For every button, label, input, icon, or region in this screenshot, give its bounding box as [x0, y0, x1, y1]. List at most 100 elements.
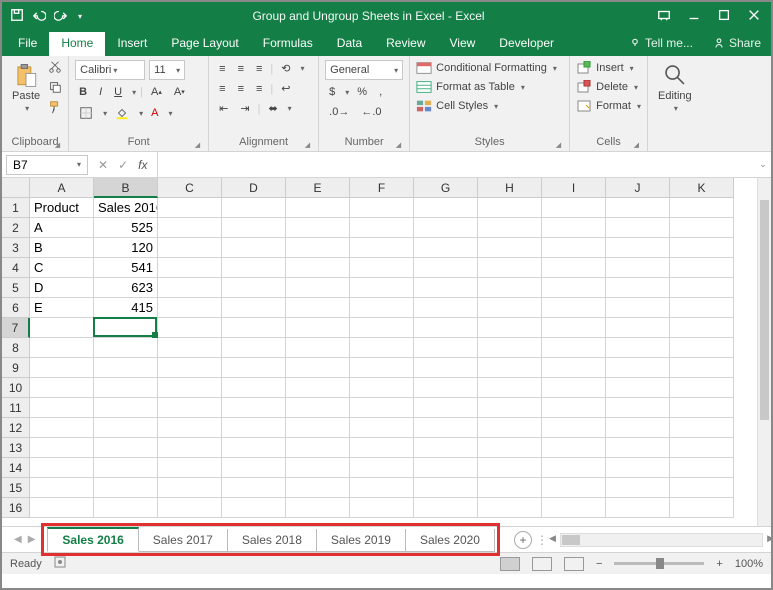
sheet-tab[interactable]: Sales 2020 [405, 529, 495, 552]
row-header[interactable]: 3 [2, 238, 30, 258]
number-format[interactable]: General▾ [325, 60, 403, 80]
cell[interactable] [286, 498, 350, 518]
formula-bar[interactable] [157, 152, 755, 177]
cell[interactable] [94, 478, 158, 498]
normal-view-icon[interactable] [500, 557, 520, 571]
cell[interactable] [350, 398, 414, 418]
cell[interactable] [478, 438, 542, 458]
cell[interactable] [350, 498, 414, 518]
comma-icon[interactable]: , [375, 84, 386, 100]
cell[interactable] [478, 298, 542, 318]
cell[interactable] [286, 418, 350, 438]
cell[interactable] [670, 398, 734, 418]
cell[interactable] [286, 318, 350, 338]
sheet-nav-next-icon[interactable]: ▶ [28, 534, 36, 545]
cell[interactable]: 415 [94, 298, 158, 318]
cell[interactable] [30, 478, 94, 498]
cell[interactable] [94, 418, 158, 438]
cell[interactable] [286, 358, 350, 378]
column-header[interactable]: E [286, 178, 350, 198]
cell[interactable] [158, 398, 222, 418]
cell[interactable] [414, 218, 478, 238]
cell[interactable] [414, 198, 478, 218]
cell[interactable] [94, 338, 158, 358]
cell[interactable] [158, 478, 222, 498]
cell[interactable] [542, 298, 606, 318]
cell[interactable] [222, 298, 286, 318]
column-header[interactable]: C [158, 178, 222, 198]
sheet-tab[interactable]: Sales 2018 [227, 529, 317, 552]
page-layout-view-icon[interactable] [532, 557, 552, 571]
currency-icon[interactable]: $ [325, 84, 339, 100]
tab-developer[interactable]: Developer [487, 32, 566, 56]
cell[interactable] [30, 318, 94, 338]
sheet-tab[interactable]: Sales 2019 [316, 529, 406, 552]
cell[interactable] [222, 258, 286, 278]
row-header[interactable]: 8 [2, 338, 30, 358]
cell[interactable]: C [30, 258, 94, 278]
cell[interactable] [478, 218, 542, 238]
cell[interactable] [670, 358, 734, 378]
cell[interactable] [670, 498, 734, 518]
cell[interactable] [478, 478, 542, 498]
cell[interactable] [606, 418, 670, 438]
tab-file[interactable]: File [6, 32, 49, 56]
cell[interactable] [158, 498, 222, 518]
new-sheet-button[interactable]: + [514, 531, 532, 549]
column-header[interactable]: I [542, 178, 606, 198]
cell[interactable] [670, 378, 734, 398]
cell[interactable] [606, 278, 670, 298]
cell[interactable] [478, 198, 542, 218]
cell[interactable] [286, 298, 350, 318]
column-header[interactable]: F [350, 178, 414, 198]
cell[interactable]: 623 [94, 278, 158, 298]
column-header[interactable]: J [606, 178, 670, 198]
cell[interactable] [30, 438, 94, 458]
cell[interactable] [30, 338, 94, 358]
cell[interactable] [542, 238, 606, 258]
align-right-icon[interactable]: ≡ [252, 81, 266, 97]
increase-indent-icon[interactable]: ⇥ [236, 100, 253, 117]
sheet-tab[interactable]: Sales 2017 [138, 529, 228, 552]
column-header[interactable]: A [30, 178, 94, 198]
cell[interactable] [158, 318, 222, 338]
cell[interactable] [350, 218, 414, 238]
cell[interactable] [414, 418, 478, 438]
cell[interactable] [158, 218, 222, 238]
cell[interactable] [414, 338, 478, 358]
bold-button[interactable]: B [75, 84, 91, 100]
cell[interactable] [478, 258, 542, 278]
tab-page-layout[interactable]: Page Layout [159, 32, 250, 56]
cell[interactable] [542, 398, 606, 418]
cell[interactable] [414, 398, 478, 418]
cell[interactable] [670, 238, 734, 258]
cell[interactable] [606, 478, 670, 498]
cell[interactable]: 120 [94, 238, 158, 258]
cell[interactable] [158, 458, 222, 478]
tab-data[interactable]: Data [325, 32, 374, 56]
delete-cells[interactable]: Delete▾ [576, 79, 638, 95]
cell[interactable] [94, 398, 158, 418]
row-header[interactable]: 10 [2, 378, 30, 398]
cell[interactable] [30, 418, 94, 438]
cell[interactable] [414, 478, 478, 498]
row-header[interactable]: 15 [2, 478, 30, 498]
cell[interactable] [606, 338, 670, 358]
cell[interactable] [414, 318, 478, 338]
cell[interactable] [350, 198, 414, 218]
macro-record-icon[interactable] [54, 556, 66, 571]
cell[interactable] [286, 338, 350, 358]
redo-icon[interactable] [54, 8, 68, 25]
tab-view[interactable]: View [438, 32, 488, 56]
shrink-font-icon[interactable]: A▾ [170, 84, 189, 100]
cell[interactable]: 525 [94, 218, 158, 238]
conditional-formatting[interactable]: Conditional Formatting▾ [416, 60, 557, 76]
column-header[interactable]: B [94, 178, 158, 198]
name-box[interactable]: B7▾ [6, 155, 88, 175]
format-cells[interactable]: Format▾ [576, 98, 641, 114]
row-header[interactable]: 2 [2, 218, 30, 238]
format-as-table[interactable]: Format as Table▾ [416, 79, 525, 95]
cell[interactable] [606, 238, 670, 258]
cell[interactable] [222, 438, 286, 458]
grow-font-icon[interactable]: A▴ [147, 84, 166, 100]
